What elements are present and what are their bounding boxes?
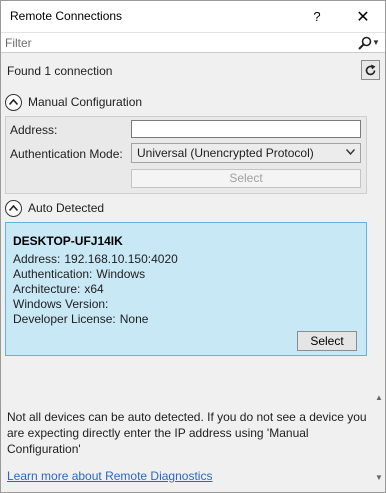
help-button[interactable]: ?	[301, 1, 333, 32]
device-address-label: Address:	[13, 252, 61, 266]
device-arch-label: Architecture:	[13, 282, 81, 296]
refresh-icon	[365, 64, 376, 75]
device-winver-label: Windows Version:	[13, 297, 109, 311]
remote-connections-window: Remote Connections ? ✕ ▼ Found 1 connect…	[0, 0, 386, 493]
auto-detected-header[interactable]: Auto Detected	[5, 199, 104, 217]
device-auth-row: Authentication: Windows	[13, 267, 145, 281]
device-arch-row: Architecture: x64	[13, 282, 104, 296]
search-options-chevron-icon[interactable]: ▼	[372, 38, 380, 47]
window-title: Remote Connections	[10, 9, 123, 23]
search-icon[interactable]	[358, 36, 372, 50]
address-label: Address:	[10, 123, 58, 137]
filter-bar: ▼	[1, 32, 385, 53]
learn-more-link[interactable]: Learn more about Remote Diagnostics	[7, 469, 212, 483]
auth-mode-value: Universal (Unencrypted Protocol)	[137, 146, 314, 160]
chevron-down-icon	[346, 149, 355, 155]
filter-input[interactable]	[5, 34, 345, 52]
close-button[interactable]: ✕	[347, 1, 379, 32]
device-license-row: Developer License: None	[13, 312, 148, 326]
device-arch-value: x64	[84, 282, 104, 296]
title-bar: Remote Connections ? ✕	[1, 1, 385, 32]
device-auth-value: Windows	[96, 267, 146, 281]
device-select-button[interactable]: Select	[297, 331, 357, 351]
chevron-up-circle-icon[interactable]	[5, 199, 22, 217]
device-address-row: Address: 192.168.10.150:4020	[13, 252, 178, 266]
device-winver-row: Windows Version:	[13, 297, 112, 311]
auth-mode-label: Authentication Mode:	[10, 147, 123, 161]
address-input[interactable]	[131, 120, 361, 138]
connection-count-status: Found 1 connection	[7, 64, 113, 78]
section-title: Auto Detected	[28, 201, 105, 215]
device-auth-label: Authentication:	[13, 267, 93, 281]
chevron-up-circle-icon[interactable]	[5, 93, 22, 111]
auto-detect-note: Not all devices can be auto detected. If…	[7, 410, 367, 456]
device-name: DESKTOP-UFJ14IK	[13, 234, 123, 248]
manual-configuration-header[interactable]: Manual Configuration	[5, 93, 142, 111]
device-license-value: None	[119, 312, 149, 326]
section-title: Manual Configuration	[28, 95, 143, 109]
refresh-button[interactable]	[361, 60, 380, 80]
scroll-up-arrow-icon[interactable]: ▲	[375, 393, 383, 402]
auth-mode-select[interactable]: Universal (Unencrypted Protocol)	[131, 143, 361, 163]
device-address-value: 192.168.10.150:4020	[64, 252, 178, 266]
manual-select-button[interactable]: Select	[131, 169, 361, 188]
scroll-down-arrow-icon[interactable]: ▼	[375, 473, 383, 482]
device-license-label: Developer License:	[13, 312, 116, 326]
